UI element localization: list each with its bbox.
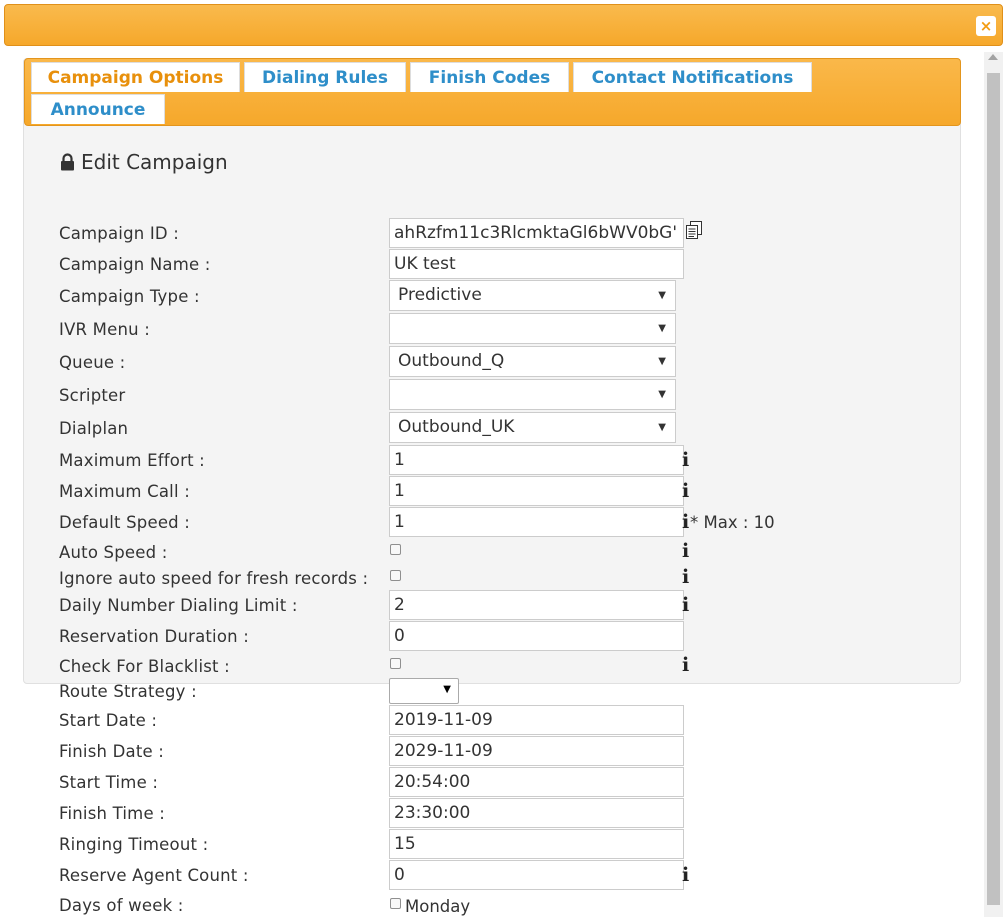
ringing-timeout-label: Ringing Timeout : xyxy=(59,835,209,854)
page-title-text: Edit Campaign xyxy=(81,150,228,174)
reserve-agent-count-label: Reserve Agent Count : xyxy=(59,866,249,885)
tab-finish-codes[interactable]: Finish Codes xyxy=(410,62,569,92)
finish-date-label: Finish Date : xyxy=(59,742,165,761)
info-icon[interactable]: i xyxy=(682,865,689,885)
tab-dialing-rules[interactable]: Dialing Rules xyxy=(244,62,406,92)
default-speed-label: Default Speed : xyxy=(59,513,191,532)
queue-value: Outbound_Q xyxy=(398,351,505,371)
ringing-timeout-field[interactable]: 15 xyxy=(389,829,684,859)
dialplan-select[interactable]: Outbound_UK ▼ xyxy=(389,412,676,443)
daily-limit-label: Daily Number Dialing Limit : xyxy=(59,596,298,615)
info-icon[interactable]: i xyxy=(682,567,689,587)
info-icon[interactable]: i xyxy=(682,595,689,615)
route-strategy-select[interactable]: ▼ xyxy=(389,678,459,704)
campaign-type-select[interactable]: Predictive ▼ xyxy=(389,280,676,311)
maximum-call-label: Maximum Call : xyxy=(59,482,190,501)
dropdown-arrow-icon: ▼ xyxy=(658,422,666,433)
tab-announce[interactable]: Announce xyxy=(31,94,165,124)
route-strategy-label: Route Strategy : xyxy=(59,682,197,701)
daily-limit-field[interactable]: 2 xyxy=(389,590,684,620)
scripter-label: Scripter xyxy=(59,386,126,405)
queue-select[interactable]: Outbound_Q ▼ xyxy=(389,346,676,377)
dialplan-label: Dialplan xyxy=(59,419,129,438)
ignore-auto-speed-checkbox[interactable] xyxy=(390,570,401,581)
default-speed-max-note: * Max : 10 xyxy=(690,513,775,532)
info-icon[interactable]: i xyxy=(682,481,689,501)
campaign-type-value: Predictive xyxy=(398,285,482,305)
campaign-name-label: Campaign Name : xyxy=(59,255,211,274)
dropdown-arrow-icon: ▼ xyxy=(658,389,666,400)
tab-bar: Campaign Options Dialing Rules Finish Co… xyxy=(24,58,961,126)
copy-icon[interactable] xyxy=(686,221,702,239)
dialog-header: × xyxy=(4,4,1003,46)
auto-speed-label: Auto Speed : xyxy=(59,543,168,562)
start-date-field[interactable]: 2019-11-09 xyxy=(389,705,684,735)
campaign-id-field[interactable]: ahRzfm11c3RlcmktaGl6bWV0bG' xyxy=(389,218,684,248)
monday-checkbox[interactable] xyxy=(390,898,401,909)
scripter-select[interactable]: ▼ xyxy=(389,379,676,410)
info-icon[interactable]: i xyxy=(682,450,689,470)
ivr-menu-select[interactable]: ▼ xyxy=(389,313,676,344)
info-icon[interactable]: i xyxy=(682,541,689,561)
finish-date-field[interactable]: 2029-11-09 xyxy=(389,736,684,766)
queue-label: Queue : xyxy=(59,353,126,372)
start-time-label: Start Time : xyxy=(59,773,159,792)
dialplan-value: Outbound_UK xyxy=(398,417,515,437)
default-speed-field[interactable]: 1 xyxy=(389,507,684,537)
auto-speed-checkbox[interactable] xyxy=(390,544,401,555)
campaign-type-label: Campaign Type : xyxy=(59,287,200,306)
scrollbar[interactable] xyxy=(984,52,1003,917)
maximum-effort-field[interactable]: 1 xyxy=(389,445,684,475)
ignore-auto-speed-label: Ignore auto speed for fresh records : xyxy=(59,569,369,588)
tab-campaign-options[interactable]: Campaign Options xyxy=(31,62,240,92)
campaign-name-field[interactable]: UK test xyxy=(389,249,684,279)
days-of-week-label: Days of week : xyxy=(59,896,184,915)
ivr-menu-label: IVR Menu : xyxy=(59,320,150,339)
start-time-field[interactable]: 20:54:00 xyxy=(389,767,684,797)
start-date-label: Start Date : xyxy=(59,711,158,730)
finish-time-field[interactable]: 23:30:00 xyxy=(389,798,684,828)
campaign-id-label: Campaign ID : xyxy=(59,224,180,243)
info-icon[interactable]: i xyxy=(682,655,689,675)
maximum-effort-label: Maximum Effort : xyxy=(59,451,205,470)
dropdown-arrow-icon: ▼ xyxy=(658,290,666,301)
lock-icon xyxy=(60,152,75,176)
maximum-call-field[interactable]: 1 xyxy=(389,476,684,506)
dropdown-arrow-icon: ▼ xyxy=(443,684,451,695)
check-blacklist-checkbox[interactable] xyxy=(390,658,401,669)
scroll-up-arrow-icon[interactable] xyxy=(988,54,998,60)
page-title: Edit Campaign xyxy=(60,150,228,176)
finish-time-label: Finish Time : xyxy=(59,804,165,823)
reserve-agent-count-field[interactable]: 0 xyxy=(389,860,684,890)
scrollbar-thumb[interactable] xyxy=(987,73,1000,905)
info-icon[interactable]: i xyxy=(682,512,689,532)
reservation-duration-field[interactable]: 0 xyxy=(389,621,684,651)
close-button[interactable]: × xyxy=(976,16,996,36)
monday-label: Monday xyxy=(405,897,471,916)
reservation-duration-label: Reservation Duration : xyxy=(59,627,250,646)
dropdown-arrow-icon: ▼ xyxy=(658,323,666,334)
tab-contact-notifications[interactable]: Contact Notifications xyxy=(573,62,812,92)
check-blacklist-label: Check For Blacklist : xyxy=(59,657,230,676)
dropdown-arrow-icon: ▼ xyxy=(658,356,666,367)
